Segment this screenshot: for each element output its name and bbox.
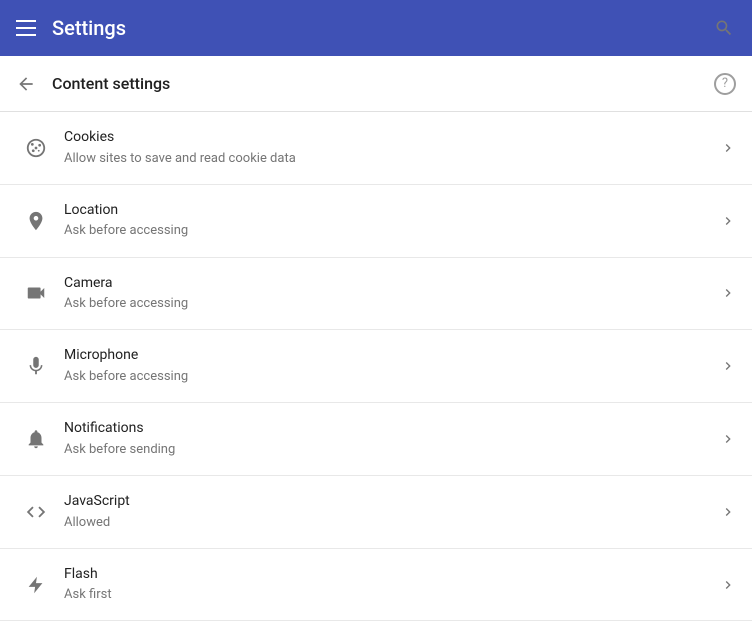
javascript-icon	[16, 501, 56, 523]
cookies-icon	[16, 137, 56, 159]
flash-chevron-icon	[720, 577, 736, 593]
javascript-title: JavaScript	[64, 492, 720, 512]
location-chevron-icon	[720, 213, 736, 229]
location-title: Location	[64, 201, 720, 221]
flash-subtitle: Ask first	[64, 586, 720, 604]
settings-item-cookies[interactable]: Cookies Allow sites to save and read coo…	[0, 112, 752, 185]
location-text: Location Ask before accessing	[56, 201, 720, 241]
settings-item-flash[interactable]: Flash Ask first	[0, 549, 752, 622]
notifications-chevron-icon	[720, 431, 736, 447]
app-title: Settings	[52, 16, 126, 40]
javascript-subtitle: Allowed	[64, 514, 720, 532]
camera-chevron-icon	[720, 285, 736, 301]
flash-title: Flash	[64, 565, 720, 585]
location-subtitle: Ask before accessing	[64, 222, 720, 240]
javascript-chevron-icon	[720, 504, 736, 520]
microphone-subtitle: Ask before accessing	[64, 368, 720, 386]
app-header: Settings	[0, 0, 752, 56]
back-button[interactable]	[16, 74, 36, 94]
subheader-left: Content settings	[16, 74, 170, 94]
notifications-subtitle: Ask before sending	[64, 441, 720, 459]
camera-icon	[16, 282, 56, 304]
microphone-icon	[16, 355, 56, 377]
microphone-title: Microphone	[64, 346, 720, 366]
flash-text: Flash Ask first	[56, 565, 720, 605]
help-icon[interactable]: ?	[714, 73, 736, 95]
settings-item-camera[interactable]: Camera Ask before accessing	[0, 258, 752, 331]
settings-item-location[interactable]: Location Ask before accessing	[0, 185, 752, 258]
camera-text: Camera Ask before accessing	[56, 274, 720, 314]
header-left: Settings	[16, 16, 126, 40]
cookies-title: Cookies	[64, 128, 720, 148]
notifications-icon	[16, 428, 56, 450]
cookies-chevron-icon	[720, 140, 736, 156]
javascript-text: JavaScript Allowed	[56, 492, 720, 532]
location-icon	[16, 210, 56, 232]
settings-item-javascript[interactable]: JavaScript Allowed	[0, 476, 752, 549]
camera-title: Camera	[64, 274, 720, 294]
settings-item-microphone[interactable]: Microphone Ask before accessing	[0, 330, 752, 403]
notifications-title: Notifications	[64, 419, 720, 439]
notifications-text: Notifications Ask before sending	[56, 419, 720, 459]
microphone-chevron-icon	[720, 358, 736, 374]
camera-subtitle: Ask before accessing	[64, 295, 720, 313]
microphone-text: Microphone Ask before accessing	[56, 346, 720, 386]
help-label: ?	[722, 76, 728, 91]
settings-list: Cookies Allow sites to save and read coo…	[0, 112, 752, 621]
hamburger-menu-icon[interactable]	[16, 20, 36, 36]
flash-icon	[16, 574, 56, 596]
search-icon[interactable]	[712, 16, 736, 40]
subheader-title: Content settings	[52, 74, 170, 93]
settings-item-notifications[interactable]: Notifications Ask before sending	[0, 403, 752, 476]
cookies-subtitle: Allow sites to save and read cookie data	[64, 150, 720, 168]
subheader: Content settings ?	[0, 56, 752, 112]
cookies-text: Cookies Allow sites to save and read coo…	[56, 128, 720, 168]
